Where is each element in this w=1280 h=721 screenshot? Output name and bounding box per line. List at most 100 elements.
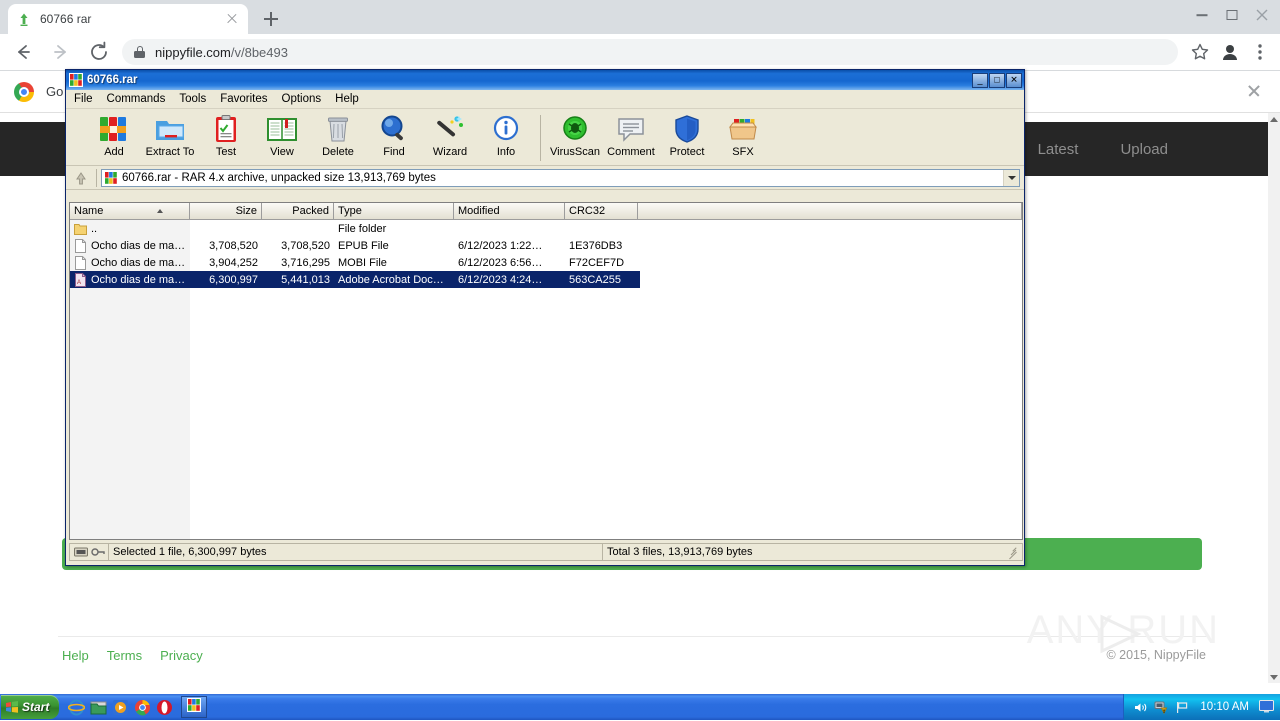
- toolbar-button-test[interactable]: Test: [198, 113, 254, 158]
- cell-name: Ocho dias de ma…: [70, 238, 190, 253]
- table-row[interactable]: .. File folder: [70, 220, 1022, 237]
- svg-text:A: A: [77, 280, 81, 286]
- taskbar-item-winrar[interactable]: [181, 696, 207, 718]
- column-header-crc32[interactable]: CRC32: [565, 203, 638, 219]
- toolbar-button-sfx[interactable]: SFX: [715, 113, 771, 158]
- chrome-window-controls: [1188, 3, 1276, 27]
- winrar-maximize-button[interactable]: □: [989, 72, 1005, 88]
- chrome-logo-icon: [14, 81, 34, 102]
- footer-link-privacy[interactable]: Privacy: [160, 648, 203, 663]
- cell-type: EPUB File: [338, 239, 389, 252]
- show-desktop-icon[interactable]: [1259, 699, 1274, 715]
- key-icon: [91, 548, 105, 556]
- minimize-icon[interactable]: [1188, 3, 1216, 27]
- table-row[interactable]: A Ocho dias de ma… 6,300,997 5,441,013 A…: [70, 271, 640, 288]
- explorer-folder-icon[interactable]: [90, 699, 107, 716]
- cell-modified: 6/12/2023 4:24…: [458, 273, 543, 286]
- close-icon[interactable]: [1248, 3, 1276, 27]
- drive-icon: [74, 547, 88, 557]
- menu-item-file[interactable]: File: [74, 93, 93, 105]
- toolbar-label-comment: Comment: [607, 146, 655, 158]
- winrar-window-controls: _ □ ✕: [972, 72, 1022, 88]
- toolbar-button-virusscan[interactable]: VirusScan: [547, 113, 603, 158]
- volume-icon[interactable]: [1133, 700, 1148, 715]
- back-arrow-icon[interactable]: [8, 37, 38, 67]
- network-warning-icon[interactable]: [1154, 700, 1169, 715]
- site-nav-link-latest[interactable]: Latest: [1038, 141, 1079, 158]
- opera-icon[interactable]: [156, 699, 173, 716]
- winrar-minimize-button[interactable]: _: [972, 72, 988, 88]
- cell-size: 3,904,252: [209, 256, 258, 269]
- cell-name: Ocho dias de ma…: [70, 255, 190, 270]
- restore-icon[interactable]: [1218, 3, 1246, 27]
- cell-type: Adobe Acrobat Doc…: [338, 273, 444, 286]
- browser-tab-title: 60766 rar: [40, 12, 92, 26]
- protect-shield-icon: [670, 113, 704, 145]
- table-row[interactable]: Ocho dias de ma… 3,708,520 3,708,520 EPU…: [70, 237, 1022, 254]
- lock-icon: [134, 46, 145, 58]
- winrar-title-bar[interactable]: 60766.rar _ □ ✕: [66, 70, 1024, 90]
- three-dot-menu-icon[interactable]: [1246, 38, 1274, 66]
- column-header-type[interactable]: Type: [334, 203, 454, 219]
- winrar-menu-bar: File Commands Tools Favorites Options He…: [66, 90, 1024, 109]
- archive-file-list[interactable]: Name Size Packed Type Modified CRC32 .. …: [69, 202, 1023, 540]
- toolbar-button-add[interactable]: Add: [86, 113, 142, 158]
- winrar-status-bar: Selected 1 file, 6,300,997 bytes Total 3…: [69, 543, 1023, 561]
- tab-close-icon[interactable]: [224, 11, 240, 27]
- winrar-toolbar: Add Extract To Test View Delete Find Wiz…: [66, 109, 1024, 166]
- toolbar-button-extract-to[interactable]: Extract To: [142, 113, 198, 158]
- resize-grip[interactable]: [1008, 546, 1020, 560]
- clock[interactable]: 10:10 AM: [1200, 701, 1249, 713]
- generic-file-icon: [74, 238, 87, 253]
- column-header-name[interactable]: Name: [70, 203, 190, 219]
- scroll-down-arrow-icon[interactable]: [1268, 671, 1280, 683]
- cell-packed: 3,708,520: [281, 239, 330, 252]
- infobar-close-icon[interactable]: [1246, 83, 1262, 99]
- menu-item-tools[interactable]: Tools: [179, 93, 206, 105]
- cell-crc32: 1E376DB3: [569, 239, 623, 252]
- quick-launch-bar: [67, 699, 173, 716]
- new-tab-button[interactable]: [258, 6, 284, 32]
- table-row[interactable]: Ocho dias de ma… 3,904,252 3,716,295 MOB…: [70, 254, 1022, 271]
- toolbar-button-protect[interactable]: Protect: [659, 113, 715, 158]
- address-separator: [96, 168, 97, 187]
- scroll-up-arrow-icon[interactable]: [1268, 113, 1280, 125]
- chevron-down-icon[interactable]: [1003, 169, 1019, 186]
- menu-item-help[interactable]: Help: [335, 93, 359, 105]
- flag-icon[interactable]: [1175, 700, 1190, 715]
- menu-item-options[interactable]: Options: [282, 93, 322, 105]
- footer-link-terms[interactable]: Terms: [107, 648, 142, 663]
- footer-link-help[interactable]: Help: [62, 648, 89, 663]
- column-header-size[interactable]: Size: [190, 203, 262, 219]
- menu-item-commands[interactable]: Commands: [107, 93, 166, 105]
- avatar-icon[interactable]: [1216, 38, 1244, 66]
- toolbar-button-comment[interactable]: Comment: [603, 113, 659, 158]
- column-header-packed[interactable]: Packed: [262, 203, 334, 219]
- toolbar-button-wizard[interactable]: Wizard: [422, 113, 478, 158]
- toolbar-right-icons: [1186, 38, 1274, 66]
- toolbar-button-info[interactable]: Info: [478, 113, 534, 158]
- extract-folder-icon: [153, 113, 187, 145]
- toolbar-button-find[interactable]: Find: [366, 113, 422, 158]
- menu-item-favorites[interactable]: Favorites: [220, 93, 267, 105]
- winrar-close-button[interactable]: ✕: [1006, 72, 1022, 88]
- address-bar[interactable]: nippyfile.com/v/8be493: [122, 39, 1178, 65]
- column-header-modified[interactable]: Modified: [454, 203, 565, 219]
- chrome-icon[interactable]: [134, 699, 151, 716]
- browser-tab[interactable]: 60766 rar: [8, 4, 248, 34]
- toolbar-button-view[interactable]: View: [254, 113, 310, 158]
- comment-bubble-icon: [614, 113, 648, 145]
- archive-path-combobox[interactable]: 60766.rar - RAR 4.x archive, unpacked si…: [101, 168, 1020, 187]
- star-icon[interactable]: [1186, 38, 1214, 66]
- view-book-icon: [265, 113, 299, 145]
- reload-icon[interactable]: [84, 37, 114, 67]
- footer-links: Help Terms Privacy: [62, 648, 203, 663]
- toolbar-button-delete[interactable]: Delete: [310, 113, 366, 158]
- up-arrow-icon[interactable]: [70, 168, 92, 188]
- internet-explorer-icon[interactable]: [67, 699, 86, 716]
- start-button[interactable]: Start: [1, 695, 59, 719]
- media-player-icon[interactable]: [112, 699, 129, 716]
- site-nav-link-upload[interactable]: Upload: [1120, 141, 1168, 158]
- forward-arrow-icon[interactable]: [46, 37, 76, 67]
- page-scrollbar[interactable]: [1268, 113, 1280, 683]
